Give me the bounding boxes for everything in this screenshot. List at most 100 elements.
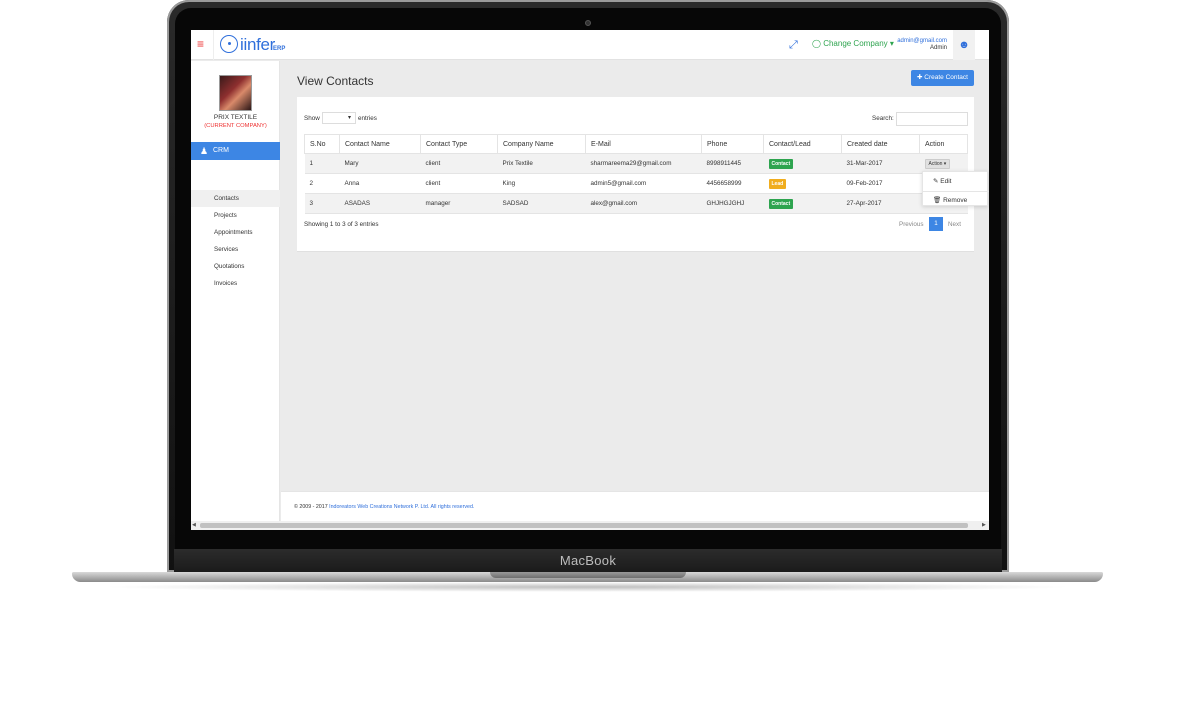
cell-company: SADSAD bbox=[497, 193, 586, 214]
caret-down-icon: ▾ bbox=[889, 39, 894, 48]
contacts-panel: Show ▾ entries Search: S.No Contact Name… bbox=[297, 97, 974, 252]
column-header[interactable]: Contact/Lead bbox=[763, 134, 842, 154]
footer-company-link[interactable]: Indoreators Web Creations Network P. Ltd… bbox=[329, 504, 474, 510]
sidebar-item-invoices[interactable]: Invoices bbox=[191, 275, 280, 292]
sidebar-item-label: CRM bbox=[213, 147, 229, 154]
user-icon[interactable]: ☻ bbox=[953, 30, 975, 60]
change-company-dropdown[interactable]: ◯ Change Company ▾ bbox=[812, 39, 894, 48]
cell-phone: 8998911445 bbox=[701, 153, 764, 174]
expand-icon[interactable]: ⤢ bbox=[789, 39, 798, 52]
cell-company: Prix Textile bbox=[497, 153, 586, 174]
column-header[interactable]: Contact Type bbox=[420, 134, 498, 154]
camera-icon bbox=[585, 20, 591, 26]
column-header[interactable]: S.No bbox=[304, 134, 340, 154]
dropdown-remove-item[interactable]: 🗑 Remove bbox=[933, 196, 967, 204]
sidebar-item-crm[interactable]: ♟ CRM bbox=[191, 142, 280, 160]
cell-status: Contact bbox=[763, 153, 842, 174]
column-header[interactable]: Company Name bbox=[497, 134, 586, 154]
cell-created: 09-Feb-2017 bbox=[841, 173, 920, 194]
show-label: Show bbox=[304, 115, 320, 122]
dropdown-edit-item[interactable]: ✎ Edit bbox=[933, 177, 951, 185]
table-row: 2 Anna client King admin5@gmail.com 4456… bbox=[304, 173, 968, 194]
company-avatar bbox=[219, 75, 252, 111]
cell-sno: 3 bbox=[304, 193, 340, 214]
cell-email: admin5@gmail.com bbox=[585, 173, 702, 194]
cell-sno: 2 bbox=[304, 173, 340, 194]
showing-entries-text: Showing 1 to 3 of 3 entries bbox=[304, 221, 379, 228]
laptop-shadow bbox=[100, 582, 1075, 592]
contacts-table: S.No Contact Name Contact Type Company N… bbox=[304, 134, 968, 214]
cell-name: Mary bbox=[339, 153, 421, 174]
status-badge: Contact bbox=[768, 158, 794, 169]
sidebar-item-quotations[interactable]: Quotations bbox=[191, 258, 280, 275]
cell-type: client bbox=[420, 153, 498, 174]
column-header[interactable]: Action bbox=[919, 134, 968, 154]
cell-company: King bbox=[497, 173, 586, 194]
search-label: Search: bbox=[872, 115, 894, 122]
entries-select[interactable]: ▾ bbox=[322, 112, 356, 124]
cell-sno: 1 bbox=[304, 153, 340, 174]
app-logo[interactable]: iinfer ERP bbox=[213, 30, 287, 60]
page-footer: © 2009 - 2017 Indoreators Web Creations … bbox=[281, 491, 989, 521]
logo-dot-icon bbox=[228, 42, 231, 45]
laptop-base-lip bbox=[490, 572, 686, 578]
laptop-brand-bar: MacBook bbox=[174, 549, 1002, 573]
cell-name: ASADAS bbox=[339, 193, 421, 214]
cell-name: Anna bbox=[339, 173, 421, 194]
cell-phone: GHJHGJGHJ bbox=[701, 193, 764, 214]
column-header[interactable]: E-Mail bbox=[585, 134, 702, 154]
horizontal-scrollbar[interactable]: ◀ ▶ bbox=[191, 521, 989, 530]
cell-email: sharmareema29@gmail.com bbox=[585, 153, 702, 174]
sidebar-item-appointments[interactable]: Appointments bbox=[191, 224, 280, 241]
sidebar-item-services[interactable]: Services bbox=[191, 241, 280, 258]
column-header[interactable]: Created date bbox=[841, 134, 920, 154]
hamburger-icon[interactable]: ≡ bbox=[197, 38, 204, 50]
column-header[interactable]: Contact Name bbox=[339, 134, 421, 154]
change-company-icon: ◯ bbox=[812, 39, 821, 48]
table-header-row: S.No Contact Name Contact Type Company N… bbox=[304, 134, 968, 154]
cell-status: Lead bbox=[763, 173, 842, 194]
create-contact-label: Create Contact bbox=[924, 74, 968, 81]
cell-type: manager bbox=[420, 193, 498, 214]
trash-icon: 🗑 bbox=[933, 197, 944, 204]
cell-status: Contact bbox=[763, 193, 842, 214]
dropdown-divider bbox=[923, 191, 989, 192]
sidebar-item-projects[interactable]: Projects bbox=[191, 207, 280, 224]
search-input[interactable] bbox=[896, 112, 968, 126]
user-role: Admin bbox=[929, 45, 947, 51]
create-contact-button[interactable]: ✚ Create Contact bbox=[911, 70, 974, 86]
scroll-left-arrow-icon[interactable]: ◀ bbox=[192, 522, 196, 528]
top-navbar: ≡ iinfer ERP ⤢ ◯ Change Company ▾ admin@… bbox=[191, 30, 989, 60]
logo-subtext: ERP bbox=[273, 46, 286, 52]
pagination-previous[interactable]: Previous bbox=[899, 221, 924, 228]
table-row: 1 Mary client Prix Textile sharmareema29… bbox=[304, 153, 968, 174]
user-email[interactable]: admin@gmail.com bbox=[897, 38, 947, 44]
remove-label: Remove bbox=[943, 197, 968, 204]
edit-label: Edit bbox=[940, 178, 952, 185]
status-badge: Lead bbox=[768, 178, 787, 189]
pagination-next[interactable]: Next bbox=[948, 221, 961, 228]
footer-copyright: © 2009 - 2017 bbox=[294, 504, 330, 510]
cell-created: 31-Mar-2017 bbox=[841, 153, 920, 174]
status-badge: Contact bbox=[768, 198, 794, 209]
user-outline-icon: ♟ bbox=[200, 146, 209, 156]
company-name: PRIX TEXTILE bbox=[213, 114, 258, 121]
sidebar-item-contacts[interactable]: Contacts bbox=[191, 190, 280, 207]
entries-label: entries bbox=[358, 115, 377, 122]
action-dropdown-button[interactable]: Action ▾ bbox=[924, 158, 951, 169]
table-row: 3 ASADAS manager SADSAD alex@gmail.com G… bbox=[304, 193, 968, 214]
page-title: View Contacts bbox=[297, 74, 374, 88]
company-current-label: (CURRENT COMPANY) bbox=[204, 123, 267, 129]
footer-text: © 2009 - 2017 Indoreators Web Creations … bbox=[294, 504, 474, 510]
laptop-brand-label: MacBook bbox=[559, 553, 617, 568]
sidebar: PRIX TEXTILE (CURRENT COMPANY) ♟ CRM Con… bbox=[191, 61, 280, 530]
app-screen: ≡ iinfer ERP ⤢ ◯ Change Company ▾ admin@… bbox=[191, 30, 989, 530]
column-header[interactable]: Phone bbox=[701, 134, 764, 154]
scrollbar-thumb[interactable] bbox=[200, 523, 968, 528]
action-label: Action bbox=[928, 160, 943, 167]
cell-phone: 4456658999 bbox=[701, 173, 764, 194]
action-dropdown-menu: ✎ Edit 🗑 Remove bbox=[922, 171, 989, 206]
scroll-right-arrow-icon[interactable]: ▶ bbox=[982, 522, 986, 528]
cell-email: alex@gmail.com bbox=[585, 193, 702, 214]
pagination-page-1[interactable]: 1 bbox=[929, 217, 943, 231]
